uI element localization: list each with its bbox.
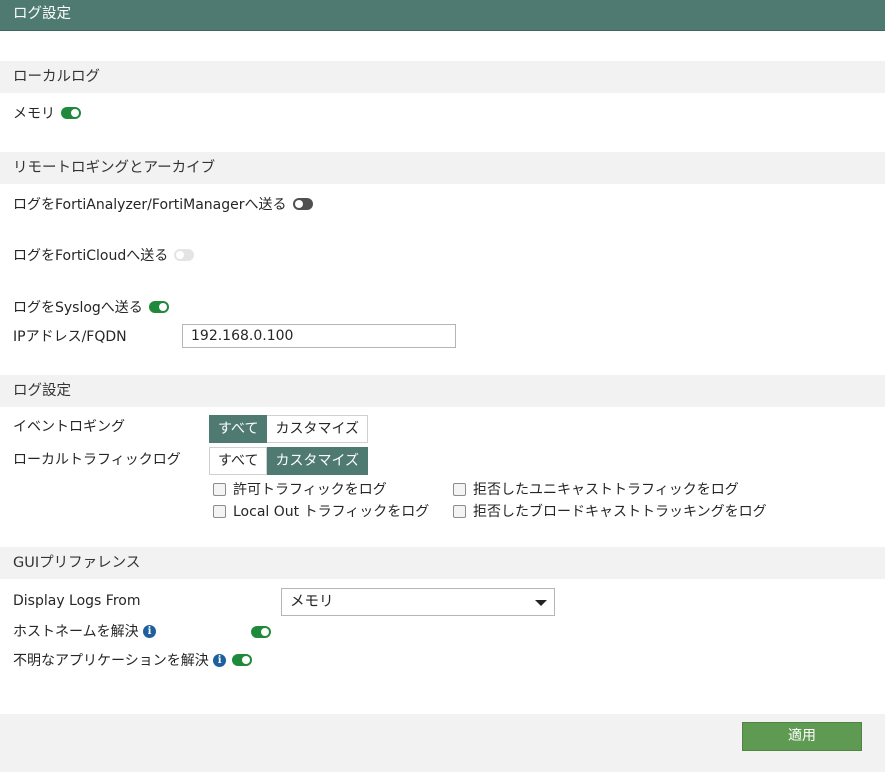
- fortianalyzer-label: ログをFortiAnalyzer/FortiManagerへ送る: [13, 197, 287, 213]
- section-remote-logging: リモートロギングとアーカイブ: [0, 152, 885, 184]
- page-header: ログ設定: [0, 0, 885, 31]
- resolve-apps-row: 不明なアプリケーションを解決 i: [13, 651, 253, 671]
- syslog-toggle[interactable]: [148, 301, 169, 313]
- apply-button[interactable]: 適用: [742, 722, 862, 751]
- info-icon[interactable]: i: [143, 624, 157, 638]
- denied-unicast-checkbox[interactable]: [453, 482, 466, 496]
- allowed-traffic-checkbox-row[interactable]: 許可トラフィックをログ: [213, 481, 387, 499]
- ip-address-input[interactable]: [182, 324, 456, 348]
- section-local-log: ローカルログ: [0, 61, 885, 93]
- resolve-hostnames-toggle[interactable]: [251, 626, 271, 638]
- forticloud-toggle[interactable]: [174, 249, 195, 261]
- resolve-hostnames-row: ホストネームを解決 i: [13, 622, 157, 642]
- memory-row: メモリ: [13, 104, 81, 124]
- page-title: ログ設定: [13, 6, 71, 22]
- fortianalyzer-row: ログをFortiAnalyzer/FortiManagerへ送る: [13, 195, 313, 215]
- section-title-gui-preferences: GUIプリファレンス: [13, 555, 141, 571]
- syslog-row: ログをSyslogへ送る: [13, 298, 169, 318]
- local-traffic-log-label: ローカルトラフィックログ: [13, 452, 181, 468]
- denied-broadcast-checkbox[interactable]: [453, 504, 466, 518]
- denied-broadcast-label: 拒否したブロードキャストトラッキングをログ: [473, 504, 767, 520]
- ip-address-label: IPアドレス/FQDN: [13, 329, 127, 345]
- denied-broadcast-checkbox-row[interactable]: 拒否したブロードキャストトラッキングをログ: [453, 503, 767, 521]
- local-out-traffic-checkbox[interactable]: [213, 504, 226, 518]
- section-title-remote-logging: リモートロギングとアーカイブ: [13, 160, 216, 176]
- local-traffic-log-selector: すべて カスタマイズ: [209, 447, 369, 475]
- chevron-down-icon: [535, 600, 547, 606]
- denied-unicast-label: 拒否したユニキャストトラフィックをログ: [473, 482, 739, 498]
- memory-toggle[interactable]: [61, 107, 81, 119]
- display-logs-value: メモリ: [290, 594, 334, 610]
- display-logs-label: Display Logs From: [13, 593, 141, 609]
- resolve-hostnames-label: ホストネームを解決: [13, 624, 139, 640]
- local-traffic-all-option[interactable]: すべて: [209, 447, 268, 475]
- fortianalyzer-toggle[interactable]: [292, 198, 313, 210]
- resolve-apps-toggle[interactable]: [232, 654, 253, 666]
- resolve-apps-label: 不明なアプリケーションを解決: [13, 653, 209, 669]
- event-logging-label: イベントロギング: [13, 419, 125, 435]
- local-out-traffic-label: Local Out トラフィックをログ: [233, 504, 430, 520]
- section-title-log-settings: ログ設定: [13, 383, 71, 399]
- memory-label: メモリ: [13, 106, 55, 122]
- display-logs-select[interactable]: メモリ: [281, 588, 555, 616]
- section-log-settings: ログ設定: [0, 375, 885, 407]
- forticloud-row: ログをFortiCloudへ送る: [13, 246, 195, 266]
- event-logging-all-option[interactable]: すべて: [209, 415, 268, 443]
- allowed-traffic-checkbox[interactable]: [213, 482, 226, 496]
- local-out-traffic-checkbox-row[interactable]: Local Out トラフィックをログ: [213, 503, 429, 521]
- event-logging-custom-option[interactable]: カスタマイズ: [267, 415, 369, 443]
- denied-unicast-checkbox-row[interactable]: 拒否したユニキャストトラフィックをログ: [453, 481, 739, 499]
- syslog-label: ログをSyslogへ送る: [13, 300, 143, 316]
- allowed-traffic-label: 許可トラフィックをログ: [233, 482, 387, 498]
- event-logging-selector: すべて カスタマイズ: [209, 415, 369, 443]
- info-icon[interactable]: i: [213, 653, 227, 667]
- local-traffic-custom-option[interactable]: カスタマイズ: [267, 447, 369, 475]
- section-title-local-log: ローカルログ: [13, 69, 100, 85]
- forticloud-label: ログをFortiCloudへ送る: [13, 248, 169, 264]
- section-gui-preferences: GUIプリファレンス: [0, 547, 885, 579]
